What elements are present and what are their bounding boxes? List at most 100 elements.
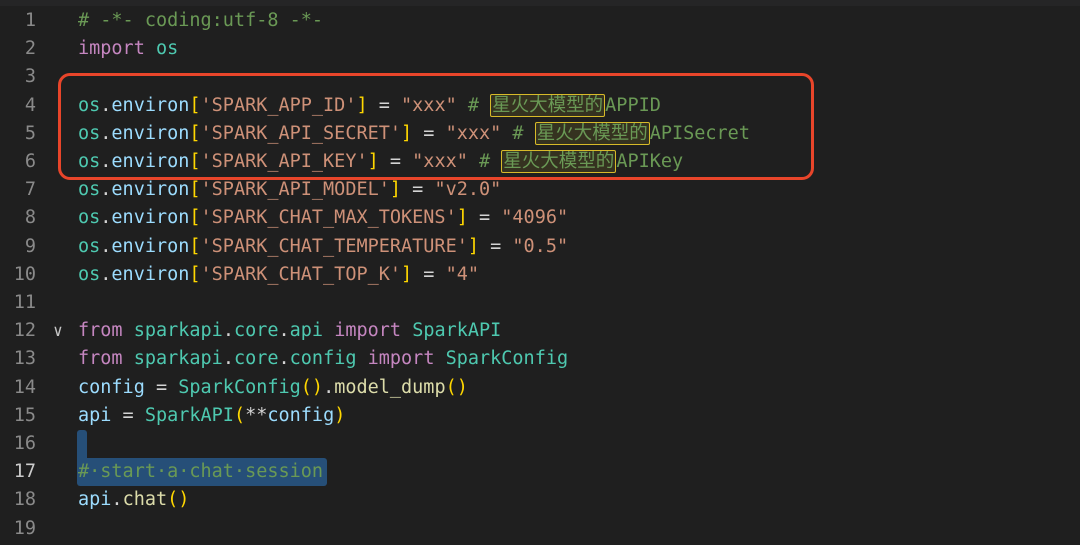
code-line-3[interactable]: 3 — [0, 63, 1080, 91]
code-line-7[interactable]: 7 os.environ['SPARK_API_MODEL'] = "v2.0" — [0, 176, 1080, 204]
code-token: api — [289, 320, 324, 342]
code-token: 'SPARK_APP_ID' — [200, 94, 357, 116]
code-token: [ — [189, 179, 201, 201]
code-text: os.environ['SPARK_CHAT_TEMPERATURE'] = "… — [78, 233, 568, 261]
code-token: [ — [189, 263, 201, 285]
code-token: = — [412, 263, 446, 285]
code-token: import — [367, 348, 435, 370]
code-token: chat — [122, 489, 168, 511]
code-line-6[interactable]: 6 os.environ['SPARK_API_KEY'] = "xxx" # 星… — [0, 148, 1080, 176]
code-line-1[interactable]: 1 # -*- coding:utf-8 -*- — [0, 7, 1080, 35]
code-token: APPID — [605, 94, 661, 116]
code-token: # — [467, 151, 502, 172]
code-token: model_dump — [334, 376, 446, 398]
code-token: "xxx" — [445, 122, 502, 144]
line-number: 4 — [24, 94, 36, 116]
code-token: [ — [189, 235, 201, 257]
code-token: [ — [189, 122, 201, 144]
editor-tab-strip — [0, 0, 1080, 6]
code-text: api = SparkAPI(**config) — [78, 402, 345, 430]
code-token: api — [78, 404, 112, 426]
code-token: . — [100, 122, 112, 144]
code-token: SparkConfig — [178, 376, 301, 398]
code-token: os — [78, 94, 101, 116]
code-token: os — [78, 179, 101, 201]
code-token: "4" — [445, 263, 479, 285]
code-line-16[interactable]: 16 — [0, 430, 1080, 458]
code-token: . — [100, 94, 112, 116]
code-token: () — [445, 376, 468, 398]
code-text: os.environ['SPARK_CHAT_MAX_TOKENS'] = "4… — [78, 204, 568, 232]
code-line-13[interactable]: 13 from sparkapi.core.config import Spark… — [0, 345, 1080, 373]
code-token: 'SPARK_CHAT_MAX_TOKENS' — [200, 207, 457, 229]
code-token: "xxx" — [412, 151, 468, 172]
code-token: = — [401, 179, 435, 201]
code-token: ] — [401, 122, 413, 144]
line-number: 2 — [24, 38, 36, 60]
code-token: . — [323, 376, 335, 398]
code-line-12[interactable]: 12 ∨ from sparkapi.core.api import SparkAP… — [0, 317, 1080, 345]
code-token: = — [367, 94, 402, 116]
code-token: "0.5" — [512, 235, 569, 257]
code-token: ] — [456, 207, 468, 229]
highlighted-token: 星火大模型的 — [501, 150, 617, 173]
code-token: = — [144, 376, 179, 398]
code-token: environ — [111, 151, 190, 172]
code-line-19[interactable]: 19 — [0, 515, 1080, 543]
code-token: #·start·a·chat·session — [78, 461, 324, 483]
code-token: 'SPARK_API_MODEL' — [200, 179, 390, 201]
code-line-8[interactable]: 8 os.environ['SPARK_CHAT_MAX_TOKENS'] = "… — [0, 204, 1080, 232]
code-line-5[interactable]: 5 os.environ['SPARK_API_SECRET'] = "xxx" … — [0, 120, 1080, 148]
line-number: 11 — [13, 292, 36, 313]
code-editor[interactable]: 1 # -*- coding:utf-8 -*- 2 import os 3 4 os.en… — [0, 0, 1080, 545]
code-token: config — [78, 376, 145, 398]
code-token: ] — [389, 179, 402, 201]
code-token: os — [78, 122, 101, 144]
code-text: #·start·a·chat·session — [78, 458, 323, 486]
code-token: = — [478, 235, 513, 257]
code-token: environ — [111, 207, 190, 229]
code-line-15[interactable]: 15 api = SparkAPI(**config) — [0, 402, 1080, 430]
code-token: ] — [367, 151, 379, 172]
code-line-4[interactable]: 4 os.environ['SPARK_APP_ID'] = "xxx" # 星火… — [0, 92, 1080, 120]
code-line-17[interactable]: 17 #·start·a·chat·session — [0, 458, 1080, 486]
line-number: 17 — [13, 461, 36, 483]
code-line-10[interactable]: 10 os.environ['SPARK_CHAT_TOP_K'] = "4" — [0, 261, 1080, 289]
line-number: 10 — [13, 263, 36, 285]
line-number: 16 — [13, 433, 36, 454]
code-token: api — [78, 489, 112, 511]
code-token: 'SPARK_API_SECRET' — [200, 122, 402, 144]
code-token: SparkAPI — [144, 404, 234, 426]
code-line-2[interactable]: 2 import os — [0, 35, 1080, 63]
code-line-11[interactable]: 11 — [0, 289, 1080, 317]
code-line-9[interactable]: 9 os.environ['SPARK_CHAT_TEMPERATURE'] = … — [0, 233, 1080, 261]
code-token: . — [111, 489, 123, 511]
code-token: () — [167, 489, 190, 511]
code-token: os — [155, 38, 179, 60]
code-line-14[interactable]: 14 config = SparkConfig().model_dump() — [0, 374, 1080, 402]
code-token: ] — [401, 263, 413, 285]
line-number: 1 — [24, 10, 36, 31]
code-token: = — [467, 207, 502, 229]
code-text: import os — [78, 35, 178, 63]
code-token: environ — [111, 235, 190, 257]
code-text: from sparkapi.core.config import SparkCo… — [78, 345, 568, 373]
code-token: os — [78, 151, 101, 172]
line-number: 13 — [13, 348, 36, 370]
code-token: from — [78, 320, 123, 342]
code-token: ( — [233, 404, 246, 426]
code-token: from — [78, 348, 123, 370]
code-line-18[interactable]: 18 api.chat() — [0, 486, 1080, 514]
code-token: # — [501, 122, 535, 144]
code-token: = — [111, 404, 145, 426]
code-token: os — [78, 207, 101, 229]
fold-chevron-icon[interactable]: ∨ — [48, 317, 68, 345]
code-token: os — [78, 235, 101, 257]
code-token: . — [278, 320, 290, 342]
code-token: "xxx" — [401, 94, 457, 116]
code-token: = — [378, 151, 413, 172]
